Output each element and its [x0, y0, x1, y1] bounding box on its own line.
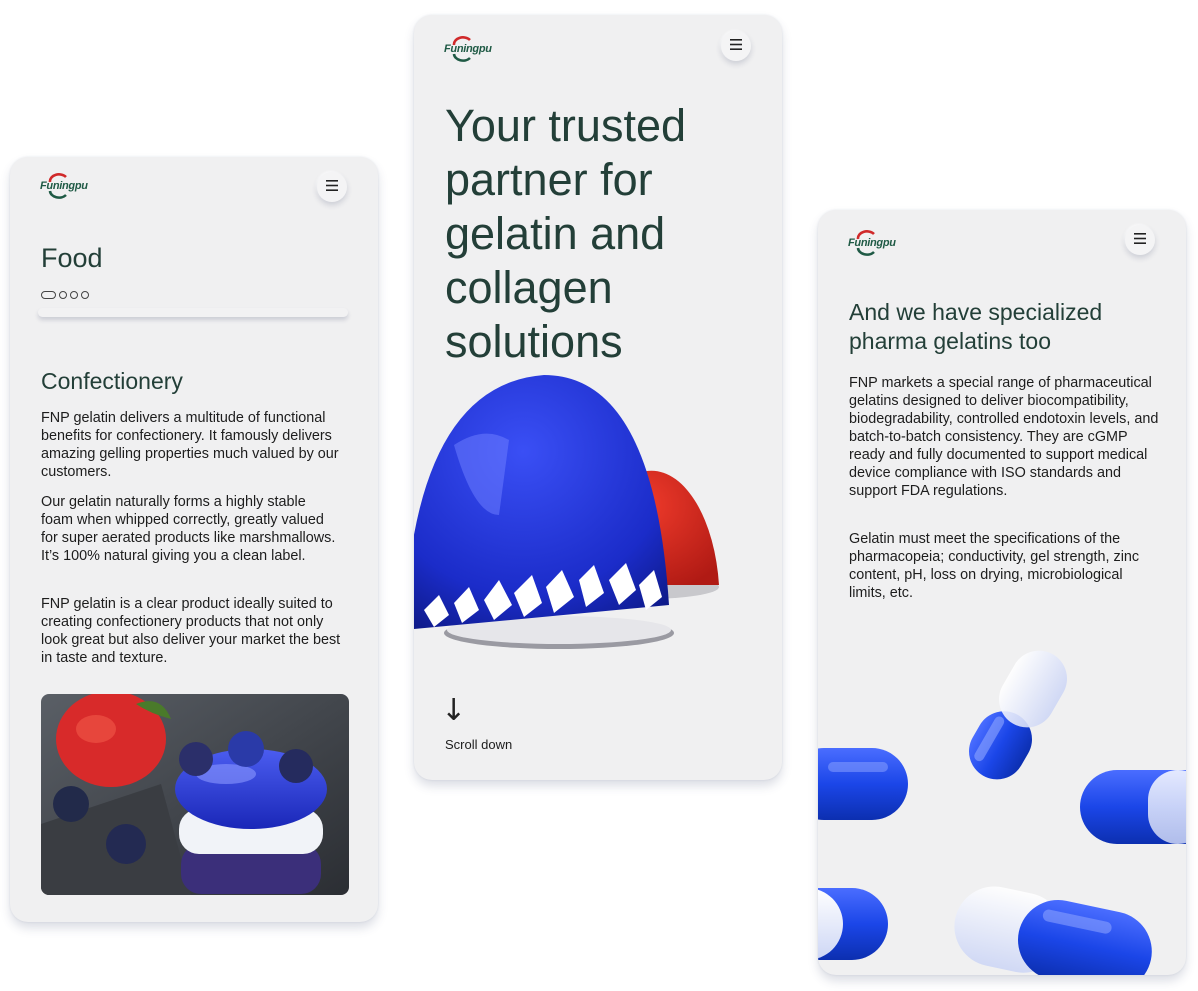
logo-text: Funingpu — [444, 43, 492, 55]
scroll-down-link[interactable]: Scroll down — [445, 737, 512, 752]
carousel-indicator — [41, 291, 89, 299]
body-paragraph: FNP gelatin delivers a multitude of func… — [41, 410, 339, 480]
brand-logo[interactable]: Funingpu — [848, 230, 896, 256]
brand-logo[interactable]: Funingpu — [40, 173, 88, 199]
gelatin-dessert-image — [414, 365, 782, 655]
hero-screen: Funingpu Your trusted partner for gelati… — [414, 15, 782, 780]
page-title: Food — [41, 243, 103, 273]
hamburger-menu-icon — [326, 178, 338, 196]
body-paragraph: Gelatin must meet the specifications of … — [849, 531, 1140, 601]
body-paragraph: Our gelatin naturally forms a highly sta… — [41, 494, 336, 564]
arrow-down-icon[interactable]: ↓ — [441, 693, 466, 728]
body-paragraph: FNP gelatin is a clear product ideally s… — [41, 596, 341, 666]
logo-text: Funingpu — [40, 180, 88, 192]
hamburger-menu-icon — [1134, 231, 1146, 249]
logo-text: Funingpu — [848, 237, 896, 249]
carousel-dot[interactable] — [81, 291, 89, 299]
carousel-dot[interactable] — [59, 291, 67, 299]
menu-button[interactable] — [317, 172, 347, 202]
food-screen: Funingpu Food Confectionery FNP gelatin … — [10, 157, 378, 922]
brand-logo[interactable]: Funingpu — [444, 36, 492, 62]
section-title: And we have specialized pharma gelatins … — [849, 299, 1103, 354]
carousel-track[interactable] — [38, 308, 348, 317]
pharma-screen: Funingpu And we have specialized pharma … — [818, 210, 1186, 975]
menu-button[interactable] — [721, 31, 751, 61]
menu-button[interactable] — [1125, 225, 1155, 255]
confectionery-photo — [41, 694, 349, 895]
body-paragraph: FNP markets a special range of pharmaceu… — [849, 375, 1159, 499]
carousel-dot[interactable] — [70, 291, 78, 299]
hero-headline: Your trusted partner for gelatin and col… — [445, 100, 686, 367]
section-title: Confectionery — [41, 368, 183, 394]
carousel-dot-active[interactable] — [41, 291, 56, 299]
hamburger-menu-icon — [730, 37, 742, 55]
capsules-image — [818, 620, 1186, 975]
